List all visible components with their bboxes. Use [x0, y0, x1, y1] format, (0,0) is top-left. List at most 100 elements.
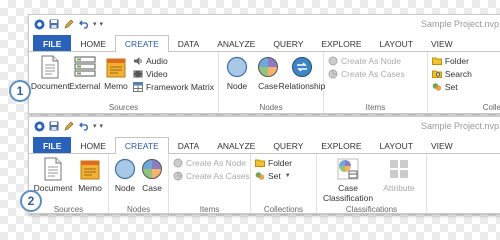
edit-icon[interactable]: [63, 120, 75, 132]
audio-button[interactable]: Audio: [133, 55, 214, 66]
folder-label: Folder: [444, 55, 469, 66]
create-as-cases-label: Create As Cases: [341, 68, 405, 79]
video-button[interactable]: Video: [133, 68, 214, 79]
ribbon-tabs: FILE HOME CREATE DATA ANALYZE QUERY EXPL…: [29, 35, 500, 52]
undo-dropdown-icon[interactable]: ▾: [93, 122, 97, 130]
memo-label: Memo: [78, 183, 102, 193]
case-classification-button[interactable]: Case Classification: [321, 156, 375, 204]
relationship-icon: [290, 55, 314, 79]
folder-button[interactable]: Folder: [431, 55, 472, 66]
quick-access-toolbar: ▾ ▾: [33, 18, 103, 30]
tab-view[interactable]: VIEW: [422, 35, 462, 52]
title-bar: ▾ ▾ Sample Project.nvp: [29, 15, 500, 35]
create-as-cases-button[interactable]: Create As Cases: [173, 170, 250, 181]
framework-matrix-button[interactable]: Framework Matrix: [132, 81, 214, 92]
app-icon[interactable]: [33, 120, 45, 132]
attribute-icon: [387, 157, 411, 181]
case-button[interactable]: Case: [140, 156, 164, 194]
case-classification-label-line1: Case: [338, 183, 358, 193]
ribbon-tabs: FILE HOME CREATE DATA ANALYZE QUERY EXPL…: [29, 137, 500, 154]
group-nodes: Node Case Nodes: [109, 154, 169, 214]
attribute-button[interactable]: Attribute: [381, 156, 417, 194]
relationship-label: Relationship: [278, 81, 326, 91]
group-label-nodes: Nodes: [259, 103, 283, 112]
tab-data[interactable]: DATA: [169, 137, 208, 154]
node-label: Node: [226, 81, 248, 91]
tab-create[interactable]: CREATE: [114, 137, 169, 154]
create-as-node-label: Create As Node: [186, 157, 247, 168]
app-icon[interactable]: [33, 18, 45, 30]
create-as-cases-label: Create As Cases: [186, 170, 250, 181]
group-collections: Folder Search Set Collec: [428, 52, 500, 113]
case-icon: [256, 55, 280, 79]
attribute-label: Attribute: [383, 183, 415, 193]
node-button[interactable]: Node: [113, 156, 137, 194]
set-dropdown-icon[interactable]: ▼: [285, 173, 291, 179]
folder-label: Folder: [268, 157, 293, 168]
group-label-nodes: Nodes: [126, 205, 151, 214]
create-as-node-icon: [173, 158, 183, 168]
tab-layout[interactable]: LAYOUT: [371, 137, 422, 154]
create-as-node-icon: [328, 56, 338, 66]
customize-qat-icon[interactable]: ▾: [100, 122, 104, 130]
group-label-sources: Sources: [53, 205, 84, 214]
customize-qat-icon[interactable]: ▾: [100, 20, 104, 28]
memo-button[interactable]: Memo: [102, 54, 130, 92]
search-folder-button[interactable]: Search: [431, 68, 472, 79]
video-label: Video: [145, 68, 168, 79]
window-title: Sample Project.nvp: [420, 19, 499, 29]
case-classification-icon: [336, 157, 360, 181]
memo-icon: [78, 157, 102, 181]
document-label: Document: [33, 183, 73, 193]
edit-icon[interactable]: [63, 18, 75, 30]
window-title: Sample Project.nvp: [420, 121, 499, 131]
tab-layout[interactable]: LAYOUT: [371, 35, 422, 52]
tab-explore[interactable]: EXPLORE: [312, 35, 370, 52]
tab-data[interactable]: DATA: [169, 35, 208, 52]
folder-icon: [431, 56, 442, 66]
memo-button[interactable]: Memo: [76, 156, 104, 194]
group-items: Create As Node Create As Cases Items: [169, 154, 251, 213]
external-button[interactable]: External: [69, 54, 101, 92]
callout-badge-1: 1: [9, 80, 31, 102]
set-icon: [432, 82, 442, 92]
document-button[interactable]: Document: [33, 156, 73, 194]
create-as-cases-button[interactable]: Create As Cases: [328, 68, 405, 79]
group-label-items: Items: [365, 103, 386, 112]
set-icon: [255, 171, 265, 181]
external-label: External: [69, 81, 101, 91]
tab-query[interactable]: QUERY: [264, 35, 312, 52]
relationship-button[interactable]: Relationship: [279, 54, 325, 92]
set-button[interactable]: Set: [432, 81, 472, 92]
quick-access-toolbar: ▾ ▾: [33, 120, 103, 132]
set-label: Set: [444, 81, 458, 92]
folder-button[interactable]: Folder: [255, 157, 292, 168]
create-as-node-button[interactable]: Create As Node: [173, 157, 250, 168]
video-icon: [133, 69, 143, 79]
undo-icon[interactable]: [78, 18, 90, 30]
ribbon-body: Document External Memo Audio Video Frame…: [29, 51, 500, 113]
tab-home[interactable]: HOME: [71, 35, 115, 52]
save-icon[interactable]: [48, 18, 60, 30]
tab-analyze[interactable]: ANALYZE: [208, 35, 264, 52]
tab-view[interactable]: VIEW: [422, 137, 462, 154]
tab-file[interactable]: FILE: [33, 137, 72, 154]
node-button[interactable]: Node: [223, 54, 251, 92]
tab-analyze[interactable]: ANALYZE: [208, 137, 264, 154]
document-button[interactable]: Document: [31, 54, 70, 92]
tab-explore[interactable]: EXPLORE: [312, 137, 370, 154]
memo-label: Memo: [104, 81, 128, 91]
create-as-cases-icon: [328, 69, 338, 79]
node-icon: [113, 157, 137, 181]
save-icon[interactable]: [48, 120, 60, 132]
tab-query[interactable]: QUERY: [264, 137, 312, 154]
set-button[interactable]: Set ▼: [255, 170, 292, 181]
undo-icon[interactable]: [78, 120, 90, 132]
case-classification-label-line2: Classification: [323, 193, 374, 203]
create-as-node-button[interactable]: Create As Node: [328, 55, 405, 66]
tab-home[interactable]: HOME: [71, 137, 115, 154]
undo-dropdown-icon[interactable]: ▾: [93, 20, 97, 28]
tab-file[interactable]: FILE: [33, 35, 72, 52]
tab-create[interactable]: CREATE: [114, 35, 169, 52]
sources-small-buttons: Audio Video Framework Matrix: [132, 54, 214, 92]
